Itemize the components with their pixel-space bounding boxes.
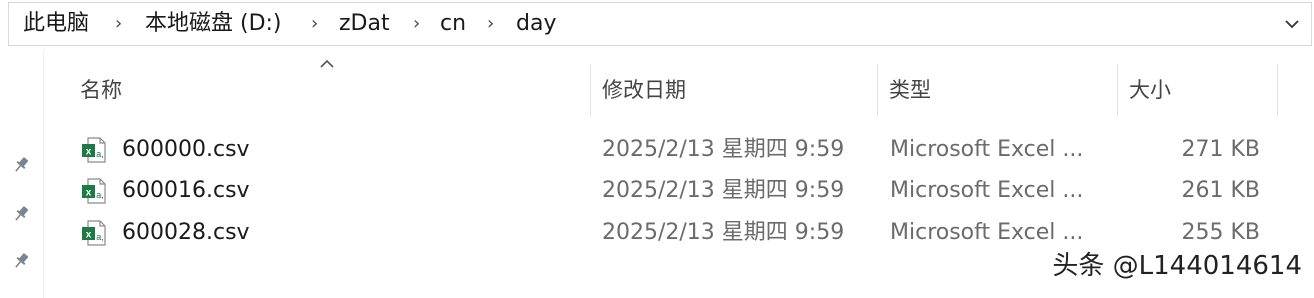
- breadcrumb-day[interactable]: day: [516, 10, 556, 38]
- file-size: 255 KB: [1181, 220, 1260, 245]
- excel-csv-file-icon: x a,: [82, 220, 106, 246]
- navigation-pane: [0, 50, 44, 298]
- column-header-type[interactable]: 类型: [889, 72, 931, 108]
- excel-csv-file-icon: x a,: [82, 178, 106, 204]
- pin-icon[interactable]: [10, 250, 32, 272]
- column-header-size[interactable]: 大小: [1129, 72, 1171, 108]
- file-name[interactable]: 600000.csv: [122, 134, 250, 166]
- column-divider[interactable]: [1277, 64, 1278, 116]
- file-modified: 2025/2/13 星期四 9:59: [602, 178, 845, 203]
- column-divider[interactable]: [1117, 64, 1118, 116]
- breadcrumb-cn[interactable]: cn: [440, 10, 466, 38]
- file-type: Microsoft Excel ...: [890, 220, 1084, 245]
- chevron-right-icon[interactable]: ›: [115, 10, 122, 38]
- file-modified: 2025/2/13 星期四 9:59: [602, 137, 845, 162]
- file-row[interactable]: x a, 600000.csv 2025/2/13 星期四 9:59 Micro…: [70, 130, 1300, 170]
- sort-ascending-icon: [320, 59, 334, 68]
- file-name[interactable]: 600016.csv: [122, 175, 250, 207]
- svg-text:a,: a,: [96, 149, 104, 159]
- file-size: 261 KB: [1181, 178, 1260, 203]
- svg-text:a,: a,: [96, 190, 104, 200]
- svg-text:x: x: [86, 188, 92, 199]
- svg-text:a,: a,: [96, 232, 104, 242]
- file-modified: 2025/2/13 星期四 9:59: [602, 220, 845, 245]
- column-divider[interactable]: [590, 64, 591, 116]
- breadcrumb-this-pc[interactable]: 此电脑: [23, 10, 89, 38]
- svg-text:x: x: [86, 230, 92, 241]
- file-explorer: 此电脑 › 本地磁盘 (D:) › zDat › cn › day 名称 修改日…: [0, 0, 1314, 298]
- file-size: 271 KB: [1181, 137, 1260, 162]
- file-row[interactable]: x a, 600016.csv 2025/2/13 星期四 9:59 Micro…: [70, 171, 1300, 211]
- svg-text:x: x: [86, 147, 92, 158]
- watermark: 头条 @L144014614: [1052, 251, 1302, 281]
- chevron-right-icon[interactable]: ›: [311, 10, 318, 38]
- column-header-name[interactable]: 名称: [80, 72, 122, 108]
- breadcrumb-zdat[interactable]: zDat: [339, 10, 390, 38]
- file-name[interactable]: 600028.csv: [122, 217, 250, 249]
- breadcrumb-local-disk[interactable]: 本地磁盘 (D:): [145, 10, 282, 38]
- excel-csv-file-icon: x a,: [82, 137, 106, 163]
- chevron-right-icon[interactable]: ›: [413, 10, 420, 38]
- column-divider[interactable]: [877, 64, 878, 116]
- pin-icon[interactable]: [10, 154, 32, 176]
- address-bar[interactable]: 此电脑 › 本地磁盘 (D:) › zDat › cn › day: [8, 2, 1312, 46]
- pin-icon[interactable]: [10, 203, 32, 225]
- chevron-right-icon[interactable]: ›: [487, 10, 494, 38]
- file-type: Microsoft Excel ...: [890, 137, 1084, 162]
- column-header-modified[interactable]: 修改日期: [602, 72, 686, 108]
- chevron-down-icon[interactable]: [1281, 13, 1303, 35]
- file-row[interactable]: x a, 600028.csv 2025/2/13 星期四 9:59 Micro…: [70, 213, 1300, 253]
- file-type: Microsoft Excel ...: [890, 178, 1084, 203]
